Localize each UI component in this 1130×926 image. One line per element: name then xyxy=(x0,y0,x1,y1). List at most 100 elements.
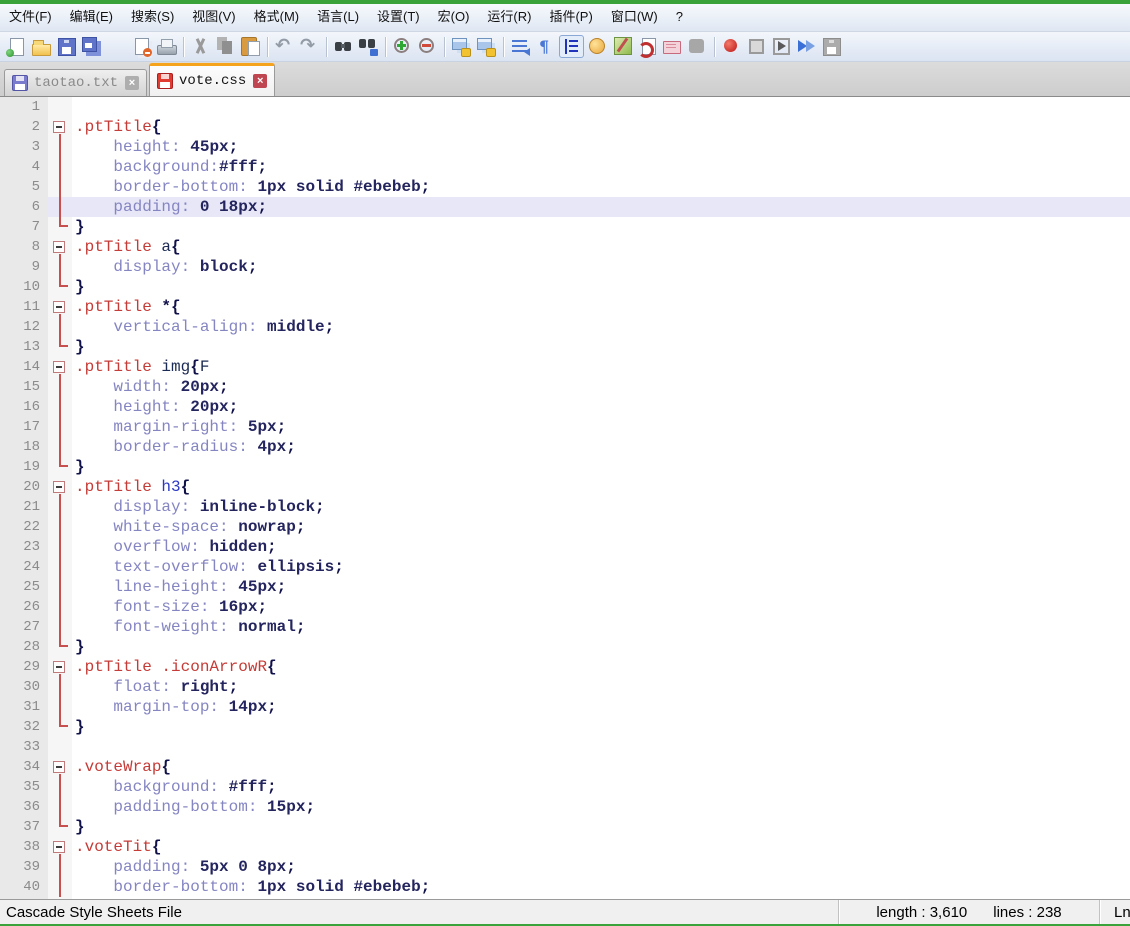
code-text[interactable]: } xyxy=(72,277,1130,297)
line-number[interactable]: 36 xyxy=(0,797,48,817)
line-number[interactable]: 10 xyxy=(0,277,48,297)
open-folder-icon[interactable] xyxy=(30,35,53,58)
editor-line[interactable]: 10} xyxy=(0,277,1130,297)
fold-toggle-icon[interactable] xyxy=(48,117,72,137)
menu-item[interactable]: 文件(F) xyxy=(0,4,61,31)
editor-line[interactable]: 38.voteTit{ xyxy=(0,837,1130,857)
code-editor[interactable]: 12.ptTitle{3 height: 45px;4 background:#… xyxy=(0,97,1130,899)
code-text[interactable]: margin-top: 14px; xyxy=(72,697,1130,717)
code-text[interactable] xyxy=(72,97,1130,117)
paste-icon[interactable] xyxy=(239,35,262,58)
fold-toggle-icon[interactable] xyxy=(48,837,72,857)
line-number[interactable]: 18 xyxy=(0,437,48,457)
fold-toggle-icon[interactable] xyxy=(48,477,72,497)
editor-line[interactable]: 7} xyxy=(0,217,1130,237)
code-text[interactable]: line-height: 45px; xyxy=(72,577,1130,597)
zoom-in-icon[interactable] xyxy=(391,35,414,58)
line-number[interactable]: 17 xyxy=(0,417,48,437)
editor-line[interactable]: 13} xyxy=(0,337,1130,357)
code-text[interactable]: .voteTit{ xyxy=(72,837,1130,857)
code-text[interactable]: vertical-align: middle; xyxy=(72,317,1130,337)
code-text[interactable]: height: 45px; xyxy=(72,137,1130,157)
editor-line[interactable]: 4 background:#fff; xyxy=(0,157,1130,177)
editor-line[interactable]: 28} xyxy=(0,637,1130,657)
code-text[interactable]: } xyxy=(72,817,1130,837)
code-text[interactable]: height: 20px; xyxy=(72,397,1130,417)
sync-scroll-vertical-icon[interactable] xyxy=(450,35,473,58)
code-text[interactable]: } xyxy=(72,217,1130,237)
line-number[interactable]: 29 xyxy=(0,657,48,677)
editor-line[interactable]: 40 border-bottom: 1px solid #ebebeb; xyxy=(0,877,1130,897)
view-in-browser-icon[interactable] xyxy=(636,35,659,58)
line-number[interactable]: 32 xyxy=(0,717,48,737)
replace-icon[interactable] xyxy=(357,35,380,58)
tab-title[interactable]: taotao.txt xyxy=(34,75,118,91)
editor-line[interactable]: 24 text-overflow: ellipsis; xyxy=(0,557,1130,577)
line-number[interactable]: 22 xyxy=(0,517,48,537)
line-number[interactable]: 19 xyxy=(0,457,48,477)
code-text[interactable]: .ptTitle{ xyxy=(72,117,1130,137)
code-text[interactable]: padding-bottom: 15px; xyxy=(72,797,1130,817)
function-list-icon[interactable] xyxy=(586,35,609,58)
close-all-icon[interactable] xyxy=(130,35,153,58)
code-text[interactable]: text-overflow: ellipsis; xyxy=(72,557,1130,577)
tab-taotao-txt[interactable]: taotao.txt xyxy=(4,69,147,96)
line-number[interactable]: 3 xyxy=(0,137,48,157)
menu-item[interactable]: 编辑(E) xyxy=(61,4,122,31)
editor-line[interactable]: 32} xyxy=(0,717,1130,737)
editor-line[interactable]: 21 display: inline-block; xyxy=(0,497,1130,517)
code-text[interactable]: .ptTitle img{F xyxy=(72,357,1130,377)
editor-line[interactable]: 30 float: right; xyxy=(0,677,1130,697)
line-number[interactable]: 2 xyxy=(0,117,48,137)
editor-line[interactable]: 36 padding-bottom: 15px; xyxy=(0,797,1130,817)
editor-line[interactable]: 2 .ptTitle{ xyxy=(0,117,1130,137)
line-number[interactable]: 13 xyxy=(0,337,48,357)
line-number[interactable]: 21 xyxy=(0,497,48,517)
tab-title[interactable]: vote.css xyxy=(179,73,246,89)
editor-line[interactable]: 3 height: 45px; xyxy=(0,137,1130,157)
code-text[interactable] xyxy=(72,737,1130,757)
line-number[interactable]: 5 xyxy=(0,177,48,197)
line-number[interactable]: 28 xyxy=(0,637,48,657)
line-number[interactable]: 14 xyxy=(0,357,48,377)
editor-line[interactable]: 15 width: 20px; xyxy=(0,377,1130,397)
code-text[interactable]: overflow: hidden; xyxy=(72,537,1130,557)
code-text[interactable]: border-radius: 4px; xyxy=(72,437,1130,457)
save-icon[interactable] xyxy=(55,35,78,58)
editor-line[interactable]: 1 xyxy=(0,97,1130,117)
line-number[interactable]: 15 xyxy=(0,377,48,397)
editor-line[interactable]: 34.voteWrap{ xyxy=(0,757,1130,777)
editor-line[interactable]: 14 .ptTitle img{F xyxy=(0,357,1130,377)
line-number[interactable]: 1 xyxy=(0,97,48,117)
show-indent-guide-icon[interactable] xyxy=(559,35,584,58)
menu-item[interactable]: 视图(V) xyxy=(183,4,244,31)
code-text[interactable]: .ptTitle a{ xyxy=(72,237,1130,257)
editor-line[interactable]: 11.ptTitle *{ xyxy=(0,297,1130,317)
code-text[interactable]: border-bottom: 1px solid #ebebeb; xyxy=(72,877,1130,897)
line-number[interactable]: 27 xyxy=(0,617,48,637)
code-text[interactable]: font-weight: normal; xyxy=(72,617,1130,637)
close-icon-tb-icon[interactable] xyxy=(105,35,128,58)
line-number[interactable]: 4 xyxy=(0,157,48,177)
sync-scroll-horizontal-icon[interactable] xyxy=(475,35,498,58)
menu-item[interactable]: 宏(O) xyxy=(429,4,479,31)
code-text[interactable]: background: #fff; xyxy=(72,777,1130,797)
code-text[interactable]: .ptTitle h3{ xyxy=(72,477,1130,497)
word-wrap-icon[interactable] xyxy=(509,35,532,58)
zoom-out-icon[interactable] xyxy=(416,35,439,58)
code-text[interactable]: } xyxy=(72,337,1130,357)
fold-toggle-icon[interactable] xyxy=(48,237,72,257)
macro-record-icon[interactable] xyxy=(720,35,743,58)
editor-line[interactable]: 35 background: #fff; xyxy=(0,777,1130,797)
close-icon[interactable] xyxy=(253,74,267,88)
close-icon[interactable] xyxy=(125,76,139,90)
line-number[interactable]: 24 xyxy=(0,557,48,577)
code-text[interactable]: border-bottom: 1px solid #ebebeb; xyxy=(72,177,1130,197)
code-text[interactable]: } xyxy=(72,637,1130,657)
code-text[interactable]: .voteWrap{ xyxy=(72,757,1130,777)
menu-item[interactable]: 插件(P) xyxy=(540,4,601,31)
line-number[interactable]: 6 xyxy=(0,197,48,217)
line-number[interactable]: 16 xyxy=(0,397,48,417)
menu-item[interactable]: ? xyxy=(667,4,692,31)
code-text[interactable]: .ptTitle *{ xyxy=(72,297,1130,317)
